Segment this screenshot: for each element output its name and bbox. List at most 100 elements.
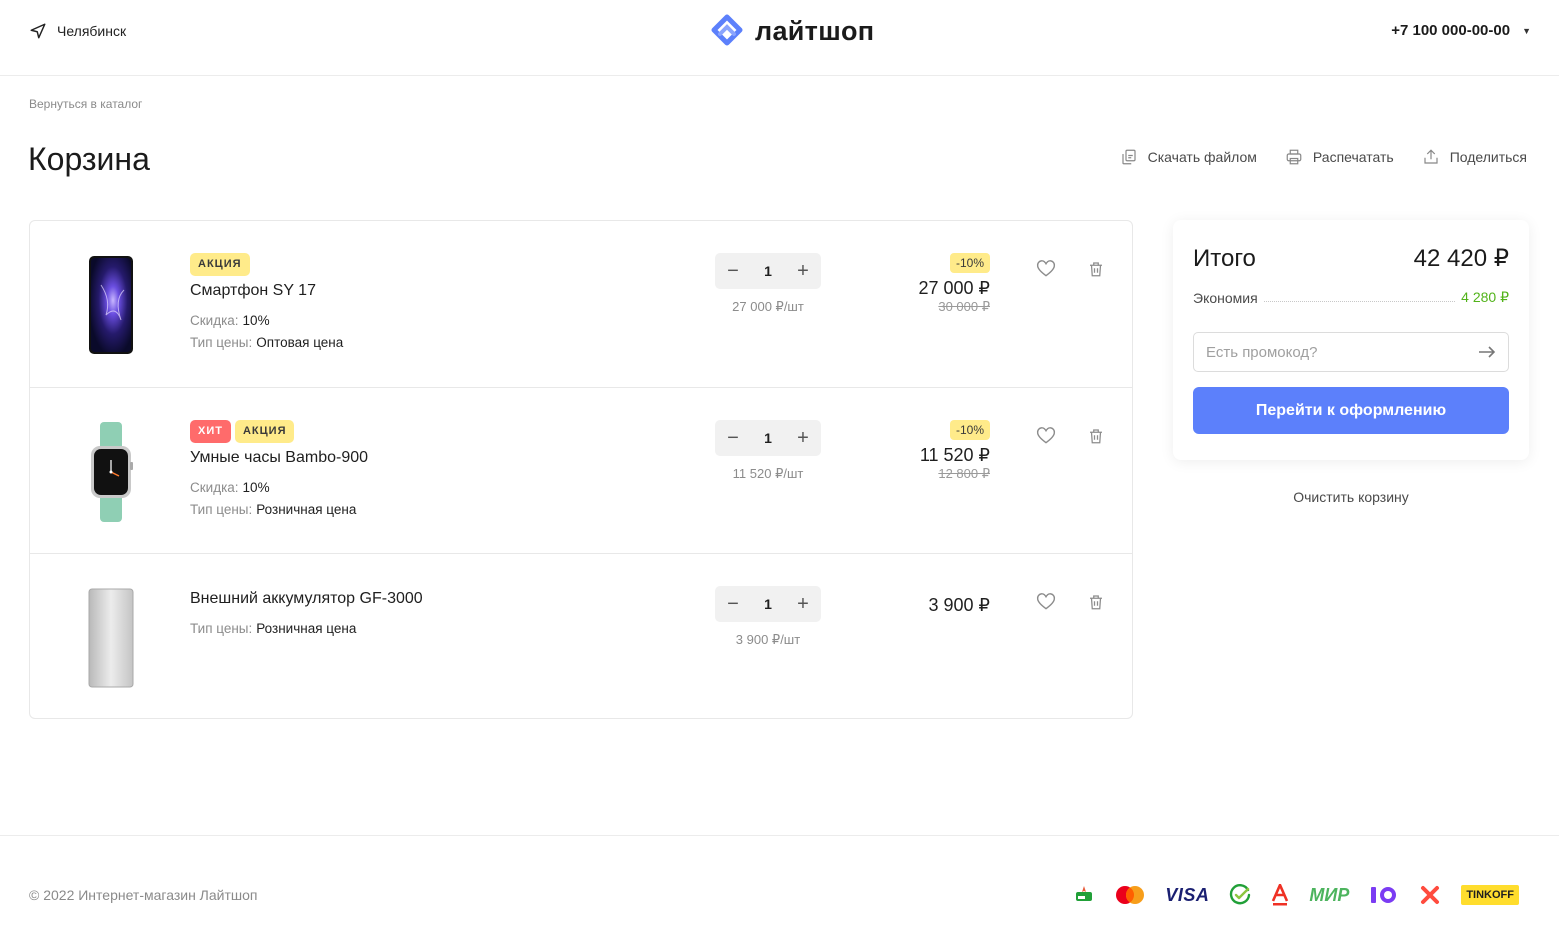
product-price-type: Тип цены: Розничная цена <box>190 621 423 636</box>
product-discount: Скидка: 10% <box>190 313 343 328</box>
cart-item: АКЦИЯ Смартфон SY 17 Скидка: 10% Тип цены… <box>30 221 1132 387</box>
location-arrow-icon <box>30 23 46 39</box>
trash-icon[interactable] <box>1087 259 1105 279</box>
decrease-button[interactable]: − <box>724 260 742 283</box>
trash-icon[interactable] <box>1087 426 1105 446</box>
old-price: 12 800 ₽ <box>938 466 990 481</box>
increase-button[interactable]: + <box>794 260 812 283</box>
prop-value: Розничная цена <box>256 502 357 517</box>
mastercard-icon <box>1116 886 1145 904</box>
price-block: 3 900 ₽ <box>929 594 991 616</box>
download-file-button[interactable]: Скачать файлом <box>1120 148 1257 166</box>
sale-badge: АКЦИЯ <box>234 420 295 443</box>
share-button[interactable]: Поделиться <box>1422 148 1527 166</box>
discount-badge: -10% <box>949 420 990 440</box>
favorite-heart-icon[interactable] <box>1036 592 1056 612</box>
prop-key: Тип цены: <box>190 621 253 636</box>
prop-value: 10% <box>242 313 270 328</box>
quantity-stepper: − 1 + <box>715 420 821 456</box>
arrow-right-icon[interactable] <box>1478 345 1496 359</box>
unit-price: 11 520 ₽/шт <box>732 466 804 481</box>
promo-field <box>1193 332 1509 372</box>
share-icon <box>1424 149 1438 164</box>
product-price-type: Тип цены: Оптовая цена <box>190 335 343 350</box>
prop-key: Скидка: <box>190 313 239 328</box>
logo-icon <box>711 14 743 46</box>
cart-item: Внешний аккумулятор GF-3000 Тип цены: Роз… <box>30 553 1132 719</box>
sale-badge: АКЦИЯ <box>190 253 250 276</box>
breadcrumb-back-link[interactable]: Вернуться в каталог <box>29 97 142 111</box>
decrease-button[interactable]: − <box>724 427 742 450</box>
cart-actions: Скачать файлом Распечатать Поделиться <box>1120 148 1527 166</box>
total-value: 42 420 ₽ <box>1413 245 1509 272</box>
tinkoff-icon: TINKOFF <box>1461 885 1519 905</box>
prop-key: Тип цены: <box>190 502 253 517</box>
price-block: -10% 27 000 ₽ 30 000 ₽ <box>918 253 990 315</box>
decrease-button[interactable]: − <box>724 593 742 616</box>
footer: © 2022 Интернет-магазин Лайтшоп VISA МИР… <box>0 835 1559 928</box>
favorite-heart-icon[interactable] <box>1036 259 1056 279</box>
order-summary: Итого 42 420 ₽ Экономия 4 280 ₽ Перейти … <box>1173 220 1529 460</box>
promo-input[interactable] <box>1206 343 1478 361</box>
discount-badge: -10% <box>949 253 990 273</box>
quantity-stepper: − 1 + <box>715 253 821 289</box>
prop-value: 10% <box>242 480 270 495</box>
product-name[interactable]: Смартфон SY 17 <box>190 282 343 300</box>
quantity-value[interactable]: 1 <box>764 263 772 279</box>
prop-value: Розничная цена <box>256 621 357 636</box>
halva-icon <box>1421 886 1440 904</box>
price-block: -10% 11 520 ₽ 12 800 ₽ <box>920 420 990 482</box>
product-discount: Скидка: 10% <box>190 480 368 495</box>
prop-value: Оптовая цена <box>256 335 344 350</box>
economy-value: 4 280 ₽ <box>1461 289 1509 305</box>
power-bank-image <box>88 588 134 688</box>
quantity-value[interactable]: 1 <box>764 596 772 612</box>
increase-button[interactable]: + <box>794 593 812 616</box>
product-name[interactable]: Умные часы Bambo-900 <box>190 449 368 467</box>
print-button[interactable]: Распечатать <box>1285 148 1394 166</box>
product-name[interactable]: Внешний аккумулятор GF-3000 <box>190 590 423 608</box>
quantity-stepper: − 1 + <box>715 586 821 622</box>
economy-row: Экономия 4 280 ₽ <box>1193 289 1509 306</box>
city-selector[interactable]: Челябинск <box>29 22 126 40</box>
print-label: Распечатать <box>1312 149 1394 165</box>
product-price-type: Тип цены: Розничная цена <box>190 502 368 517</box>
header: Челябинск лайтшоп +7 100 000-00-00 ▼ <box>0 0 1559 76</box>
economy-label: Экономия <box>1193 289 1258 306</box>
share-label: Поделиться <box>1449 149 1527 165</box>
phone-dropdown[interactable]: +7 100 000-00-00 ▼ <box>1391 22 1531 39</box>
download-file-icon <box>1122 149 1136 165</box>
sberpay-icon <box>1076 886 1093 901</box>
page-title: Корзина <box>28 141 150 177</box>
old-price: 30 000 ₽ <box>938 299 990 314</box>
download-file-label: Скачать файлом <box>1147 149 1257 165</box>
copyright: © 2022 Интернет-магазин Лайтшоп <box>29 887 258 903</box>
cart-item: ХИТ АКЦИЯ Умные часы Bambo-900 Скидка: 10… <box>30 387 1132 553</box>
alfabank-icon <box>1272 884 1289 906</box>
caret-down-icon: ▼ <box>1522 25 1531 36</box>
prop-key: Тип цены: <box>190 335 253 350</box>
trash-icon[interactable] <box>1087 592 1105 612</box>
visa-icon: VISA <box>1165 884 1210 905</box>
current-price: 27 000 ₽ <box>918 278 990 298</box>
cart-list: АКЦИЯ Смартфон SY 17 Скидка: 10% Тип цены… <box>29 220 1133 719</box>
clear-cart-link[interactable]: Очистить корзину <box>1173 489 1529 505</box>
payment-methods: VISA МИР TINKOFF <box>1053 884 1519 906</box>
quantity-value[interactable]: 1 <box>764 430 772 446</box>
total-label: Итого <box>1193 245 1256 272</box>
phone-number: +7 100 000-00-00 <box>1391 22 1511 39</box>
badges: ХИТ АКЦИЯ <box>190 420 368 443</box>
prop-key: Скидка: <box>190 480 239 495</box>
increase-button[interactable]: + <box>794 427 812 450</box>
current-price: 3 900 ₽ <box>928 595 991 615</box>
smartphone-image <box>89 256 133 354</box>
current-price: 11 520 ₽ <box>919 445 990 465</box>
hit-badge: ХИТ <box>190 420 231 443</box>
smartwatch-image <box>91 422 133 522</box>
logo[interactable]: лайтшоп <box>709 13 874 49</box>
sbp-check-icon <box>1230 884 1251 905</box>
mir-icon: МИР <box>1309 884 1350 905</box>
checkout-button[interactable]: Перейти к оформлению <box>1193 387 1509 434</box>
favorite-heart-icon[interactable] <box>1036 426 1056 446</box>
city-label: Челябинск <box>57 23 127 39</box>
